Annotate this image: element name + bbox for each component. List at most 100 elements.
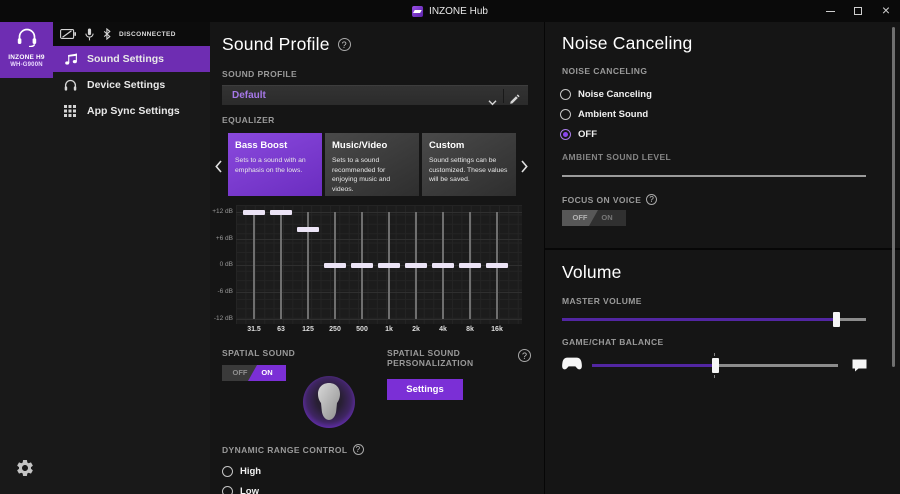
eq-slider-handle[interactable] [243,209,265,215]
minimize-button[interactable] [816,0,844,22]
sound-profile-label: SOUND PROFILE [222,69,298,79]
sidebar-nav: Sound Settings Device Settings App Sync … [53,46,210,124]
inzone-logo-icon [412,5,424,17]
eq-band-1k[interactable]: 1k [376,205,402,339]
ambient-sound-level-slider[interactable] [562,175,866,177]
radio-label: Low [240,485,259,494]
radio-label: Ambient Sound [578,108,649,120]
eq-slider-track[interactable] [280,212,282,319]
help-icon[interactable] [352,444,364,455]
spatial-sound-label: SPATIAL SOUND [222,348,296,358]
headset-icon [16,28,38,51]
device-name: INZONE H9 [8,54,45,61]
radio-label: High [240,465,262,477]
sidebar-item-label: Sound Settings [87,53,164,65]
master-volume-handle[interactable] [832,312,840,327]
radio-label: OFF [578,128,597,140]
radio-label: Noise Canceling [578,88,652,100]
sidebar-item-device-settings[interactable]: Device Settings [53,72,210,98]
eq-card-custom[interactable]: Custom Sound settings can be customized.… [422,133,516,196]
radio-circle[interactable] [560,108,571,120]
sound-profile-value: Default [232,90,266,101]
eq-frequency-label: 63 [277,326,285,333]
dropdown-divider [503,89,504,103]
eq-slider-handle[interactable] [378,263,400,268]
eq-slider-handle[interactable] [270,209,292,215]
eq-slider-handle[interactable] [405,263,427,268]
scrollbar[interactable] [892,27,895,367]
eq-band-8k[interactable]: 8k [457,205,483,339]
master-volume-label: MASTER VOLUME [562,296,642,306]
eq-band-500[interactable]: 500 [349,205,375,339]
eq-frequency-label: 125 [302,326,314,333]
game-chat-balance-slider[interactable] [592,358,838,373]
volume-title: Volume [562,262,622,282]
sound-profile-dropdown[interactable]: Default [222,85,528,106]
eq-band-250[interactable]: 250 [322,205,348,339]
microphone-icon [85,28,94,41]
focus-on-voice-label: FOCUS ON VOICE [562,194,658,205]
eq-slider-handle[interactable] [351,263,373,268]
eq-card-music-video[interactable]: Music/Video Sets to a sound recommended … [325,133,419,196]
eq-band-4k[interactable]: 4k [430,205,456,339]
radio-off[interactable]: OFF [560,128,652,140]
settings-gear-button[interactable] [15,458,35,478]
radio-ambient-sound[interactable]: Ambient Sound [560,108,652,120]
eq-slider-handle[interactable] [432,263,454,268]
eq-card-bass-boost[interactable]: Bass Boost Sets to a sound with an empha… [228,133,322,196]
ambient-sound-level-label: AMBIENT SOUND LEVEL [562,152,672,162]
eq-slider-handle[interactable] [297,227,319,233]
eq-card-desc: Sets to a sound recommended for enjoying… [332,157,391,193]
page-title: Sound Profile [222,34,351,55]
eq-axis-label: +12 dB [212,208,233,215]
eq-frequency-label: 1k [385,326,393,333]
game-chat-balance-handle[interactable] [712,358,719,373]
sidebar-item-sound-settings[interactable]: Sound Settings [53,46,210,72]
radio-circle[interactable] [560,128,571,140]
radio-high[interactable]: High [222,465,261,477]
edit-pencil-icon[interactable] [510,91,520,109]
page-title-text: Sound Profile [222,34,330,54]
radio-circle[interactable] [222,485,233,494]
close-button[interactable] [872,0,900,22]
eq-band-125[interactable]: 125 [295,205,321,339]
eq-slider-track[interactable] [253,212,255,319]
eq-frequency-label: 4k [439,326,447,333]
radio-noise-canceling[interactable]: Noise Canceling [560,88,652,100]
eq-band-2k[interactable]: 2k [403,205,429,339]
eq-slider-handle[interactable] [486,263,508,268]
master-volume-slider[interactable] [562,312,866,327]
help-icon[interactable] [518,349,531,362]
sidebar-item-app-sync-settings[interactable]: App Sync Settings [53,98,210,124]
chevron-down-icon [488,93,497,111]
radio-low[interactable]: Low [222,485,261,494]
close-icon [882,2,890,20]
eq-preset-cards: Bass Boost Sets to a sound with an empha… [228,133,516,196]
eq-axis-label: +6 dB [215,235,233,242]
device-tile[interactable]: INZONE H9 WH-G900N [0,22,53,78]
eq-card-desc: Sound settings can be customized. These … [429,157,508,184]
eq-band-63[interactable]: 63 [268,205,294,339]
eq-slider-handle[interactable] [459,263,481,268]
equalizer-label: EQUALIZER [222,115,275,125]
radio-circle[interactable] [560,88,571,100]
eq-slider-handle[interactable] [324,263,346,268]
noise-canceling-title: Noise Canceling [562,33,693,53]
carousel-prev-button[interactable] [215,160,222,178]
spatial-settings-button[interactable]: Settings [387,379,463,400]
spatial-sound-toggle[interactable]: OFF ON [222,365,286,381]
eq-band-16k[interactable]: 16k [484,205,510,339]
help-icon[interactable] [646,194,658,205]
spatial-personalization-label: SPATIAL SOUND PERSONALIZATION [387,348,474,368]
help-icon[interactable] [337,38,351,51]
device-model: WH-G900N [10,62,43,68]
battery-icon [60,29,76,39]
eq-band-31-5[interactable]: 31.5 [241,205,267,339]
eq-card-desc: Sets to a sound with an emphasis on the … [235,157,306,174]
maximize-button[interactable] [844,0,872,22]
focus-on-voice-toggle[interactable]: OFF ON [562,210,626,226]
carousel-next-button[interactable] [521,160,528,178]
eq-frequency-label: 8k [466,326,474,333]
window-controls [816,0,900,22]
radio-circle[interactable] [222,465,233,477]
